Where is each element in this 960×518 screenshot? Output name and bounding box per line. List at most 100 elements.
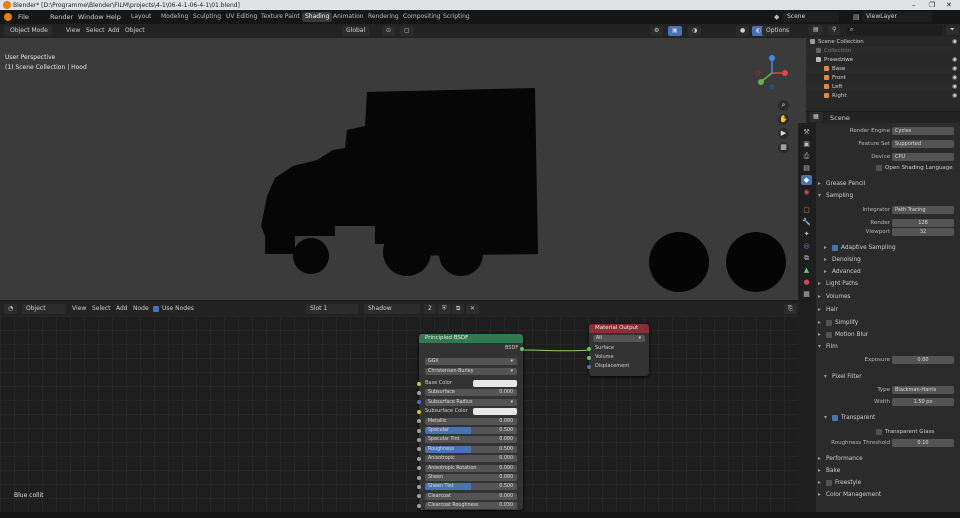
constraints-tab-icon[interactable]: ⧉ bbox=[801, 253, 812, 263]
bsdf-input-socket[interactable] bbox=[417, 475, 421, 480]
section-grease-pencil[interactable]: ▸ Grease Pencil bbox=[818, 180, 956, 189]
material-users-button[interactable]: 2 bbox=[424, 304, 436, 314]
bsdf-value-input[interactable]: Specular 0.500 bbox=[425, 427, 517, 434]
visibility-eye-icon[interactable]: ◉ bbox=[952, 38, 957, 45]
tab-compositing[interactable]: Compositing bbox=[400, 12, 444, 22]
feature-set-dropdown[interactable]: Supported bbox=[892, 140, 954, 148]
filter-type-dropdown[interactable]: Blackman-Harris bbox=[892, 386, 954, 394]
outliner-row-front[interactable]: Front bbox=[806, 74, 952, 82]
bsdf-value-input[interactable]: Metallic 0.000 bbox=[425, 417, 517, 425]
node-menu-node[interactable]: Node bbox=[133, 305, 149, 312]
render-samples-field[interactable]: 128 bbox=[892, 219, 954, 227]
roughness-threshold-field[interactable]: 0.10 bbox=[892, 439, 954, 447]
bsdf-input-socket[interactable] bbox=[417, 419, 421, 424]
bsdf-input-socket[interactable] bbox=[417, 494, 421, 499]
outliner-row-scene-collection[interactable]: Scene Collection bbox=[806, 38, 952, 46]
menu-window[interactable]: Window bbox=[78, 13, 104, 21]
visibility-eye-icon[interactable]: ◉ bbox=[952, 56, 957, 63]
menu-add[interactable]: Add bbox=[108, 27, 120, 34]
camera-view-icon[interactable]: ▶ bbox=[778, 128, 789, 139]
filter-width-field[interactable]: 1.50 px bbox=[892, 398, 954, 406]
use-nodes-checkbox[interactable] bbox=[153, 306, 159, 312]
proportional-button[interactable]: ▢ bbox=[400, 26, 414, 36]
options-dropdown[interactable]: Options bbox=[762, 26, 790, 36]
orientation-dropdown[interactable]: Global bbox=[342, 26, 370, 36]
snap-button[interactable]: ⊙ bbox=[382, 26, 396, 36]
node-editor-object-dropdown[interactable]: Object bbox=[22, 304, 66, 314]
section-film[interactable]: ▾ Film bbox=[818, 343, 956, 352]
delete-material-button[interactable]: ✕ bbox=[466, 304, 480, 314]
bsdf-value-input[interactable]: Subsurface 0.000 bbox=[425, 389, 517, 397]
outliner-row-prawdziwe[interactable]: Prawdziwe bbox=[806, 56, 952, 64]
bsdf-input-socket[interactable] bbox=[417, 447, 421, 452]
section-motion-blur[interactable]: ▸ Motion Blur bbox=[818, 331, 956, 340]
surface-socket[interactable] bbox=[587, 347, 591, 351]
properties-editor-type-button[interactable]: ▦ bbox=[809, 112, 823, 122]
tool-tab-icon[interactable]: ⚒ bbox=[801, 127, 812, 137]
gizmo-button[interactable]: ◑ bbox=[688, 26, 702, 36]
bsdf-output-socket[interactable] bbox=[520, 347, 524, 351]
bsdf-vector-input[interactable]: Subsurface Radius ▾ bbox=[425, 398, 517, 406]
zoom-icon[interactable]: ⌕ bbox=[778, 100, 789, 111]
menu-object[interactable]: Object bbox=[125, 27, 145, 34]
outliner-search-input[interactable]: ⌕ bbox=[846, 25, 942, 35]
data-tab-icon[interactable]: ▲ bbox=[801, 265, 812, 275]
visibility-eye-icon[interactable]: ◉ bbox=[952, 65, 957, 72]
navigation-gizmo[interactable] bbox=[752, 53, 792, 93]
world-tab-icon[interactable]: ◉ bbox=[801, 187, 812, 197]
bsdf-input-socket[interactable] bbox=[417, 428, 421, 433]
menu-render[interactable]: Render bbox=[50, 13, 73, 21]
view-layer-selector[interactable]: ViewLayer bbox=[862, 12, 932, 22]
fake-user-button[interactable]: ⛨ bbox=[438, 304, 451, 314]
minimize-icon[interactable]: – bbox=[912, 1, 916, 9]
osl-row[interactable]: Open Shading Language bbox=[876, 164, 960, 173]
view-layer-tab-icon[interactable]: ▤ bbox=[801, 163, 812, 173]
outliner-row-base[interactable]: Base bbox=[806, 65, 952, 73]
close-icon[interactable]: ✕ bbox=[946, 1, 952, 9]
bsdf-input-socket[interactable] bbox=[417, 503, 421, 508]
texture-tab-icon[interactable]: ▦ bbox=[801, 289, 812, 299]
tab-shading[interactable]: Shading bbox=[302, 12, 333, 22]
bsdf-input-socket[interactable] bbox=[417, 437, 421, 442]
output-tab-icon[interactable]: ⎙ bbox=[801, 151, 812, 161]
viewport-samples-field[interactable]: 32 bbox=[892, 228, 954, 236]
bsdf-value-input[interactable]: Sheen 0.000 bbox=[425, 474, 517, 481]
bsdf-value-input[interactable]: Clearcoat 0.000 bbox=[425, 492, 517, 500]
bsdf-input-socket[interactable] bbox=[417, 456, 421, 461]
transparent-glass-checkbox[interactable] bbox=[876, 428, 882, 435]
pin-icon[interactable]: ⎘ bbox=[784, 304, 797, 314]
bsdf-input-socket[interactable] bbox=[417, 409, 421, 414]
bsdf-input-socket[interactable] bbox=[417, 400, 421, 405]
displacement-socket[interactable] bbox=[587, 365, 591, 369]
bsdf-value-input[interactable]: Roughness 0.500 bbox=[425, 445, 517, 453]
bsdf-input-socket[interactable] bbox=[417, 484, 421, 489]
node-editor-canvas[interactable]: Principled BSDF BSDF GGX ▾ Christensen-Bu… bbox=[0, 316, 806, 512]
menu-view[interactable]: View bbox=[66, 27, 80, 34]
object-tab-icon[interactable]: ▢ bbox=[801, 205, 812, 215]
physics-tab-icon[interactable]: ◎ bbox=[801, 241, 812, 251]
viewport-overlay-button[interactable]: ⚙ bbox=[650, 26, 664, 36]
section-transparent[interactable]: ▾ Transparent bbox=[824, 414, 960, 423]
section-simplify[interactable]: ▸ Simplify bbox=[818, 319, 956, 328]
outliner-filter-button[interactable]: ⚲ bbox=[828, 25, 841, 35]
transparent-glass-row[interactable]: Transparent Glass bbox=[876, 428, 960, 437]
outliner-editor-type-button[interactable]: ▤ bbox=[809, 25, 823, 35]
visibility-eye-icon[interactable]: ◉ bbox=[952, 83, 957, 90]
section-bake[interactable]: ▸ Bake bbox=[818, 467, 956, 476]
device-dropdown[interactable]: CPU bbox=[892, 153, 954, 161]
outliner-row-right[interactable]: Right bbox=[806, 92, 952, 100]
volume-socket[interactable] bbox=[587, 356, 591, 360]
bsdf-value-input[interactable]: Anisotropic 0.000 bbox=[425, 455, 517, 463]
node-menu-select[interactable]: Select bbox=[92, 305, 111, 312]
tab-layout[interactable]: Layout bbox=[128, 12, 154, 22]
outliner-row-collection[interactable]: Collection bbox=[806, 47, 952, 55]
outliner-funnel-icon[interactable]: ⏷ bbox=[946, 25, 959, 35]
section-light-paths[interactable]: ▸ Light Paths bbox=[818, 280, 956, 289]
section-pixel-filter[interactable]: ▾ Pixel Filter bbox=[824, 373, 960, 382]
principled-bsdf-node[interactable]: Principled BSDF BSDF GGX ▾ Christensen-Bu… bbox=[417, 334, 524, 510]
blender-menu-icon[interactable] bbox=[4, 13, 12, 21]
modifier-tab-icon[interactable]: 🔧 bbox=[801, 217, 812, 227]
truck-silhouette[interactable] bbox=[255, 86, 545, 276]
tab-rendering[interactable]: Rendering bbox=[365, 12, 402, 22]
scene-tab-icon[interactable]: ◆ bbox=[801, 175, 812, 185]
